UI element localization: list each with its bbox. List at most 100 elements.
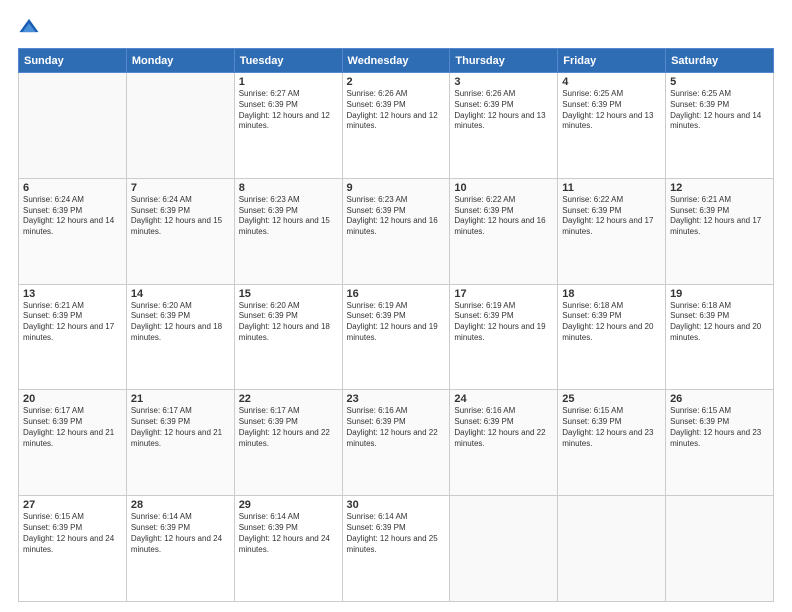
day-number: 19	[670, 288, 769, 300]
day-info: Sunrise: 6:15 AMSunset: 6:39 PMDaylight:…	[670, 406, 769, 449]
day-number: 25	[562, 393, 661, 405]
calendar-week-row: 6Sunrise: 6:24 AMSunset: 6:39 PMDaylight…	[19, 178, 774, 284]
day-number: 24	[454, 393, 553, 405]
calendar-week-row: 27Sunrise: 6:15 AMSunset: 6:39 PMDayligh…	[19, 496, 774, 602]
day-info: Sunrise: 6:20 AMSunset: 6:39 PMDaylight:…	[131, 301, 230, 344]
day-info: Sunrise: 6:14 AMSunset: 6:39 PMDaylight:…	[347, 512, 446, 555]
day-info: Sunrise: 6:14 AMSunset: 6:39 PMDaylight:…	[131, 512, 230, 555]
col-tuesday: Tuesday	[234, 49, 342, 73]
calendar-table: Sunday Monday Tuesday Wednesday Thursday…	[18, 48, 774, 602]
day-info: Sunrise: 6:15 AMSunset: 6:39 PMDaylight:…	[562, 406, 661, 449]
day-number: 10	[454, 182, 553, 194]
table-row: 8Sunrise: 6:23 AMSunset: 6:39 PMDaylight…	[234, 178, 342, 284]
table-row: 10Sunrise: 6:22 AMSunset: 6:39 PMDayligh…	[450, 178, 558, 284]
day-info: Sunrise: 6:27 AMSunset: 6:39 PMDaylight:…	[239, 89, 338, 132]
table-row: 24Sunrise: 6:16 AMSunset: 6:39 PMDayligh…	[450, 390, 558, 496]
table-row: 19Sunrise: 6:18 AMSunset: 6:39 PMDayligh…	[666, 284, 774, 390]
table-row: 18Sunrise: 6:18 AMSunset: 6:39 PMDayligh…	[558, 284, 666, 390]
day-info: Sunrise: 6:16 AMSunset: 6:39 PMDaylight:…	[454, 406, 553, 449]
col-sunday: Sunday	[19, 49, 127, 73]
calendar-week-row: 13Sunrise: 6:21 AMSunset: 6:39 PMDayligh…	[19, 284, 774, 390]
table-row	[558, 496, 666, 602]
table-row	[19, 73, 127, 179]
day-info: Sunrise: 6:21 AMSunset: 6:39 PMDaylight:…	[670, 195, 769, 238]
day-info: Sunrise: 6:20 AMSunset: 6:39 PMDaylight:…	[239, 301, 338, 344]
col-saturday: Saturday	[666, 49, 774, 73]
day-number: 8	[239, 182, 338, 194]
day-number: 1	[239, 76, 338, 88]
day-number: 20	[23, 393, 122, 405]
day-number: 6	[23, 182, 122, 194]
day-number: 12	[670, 182, 769, 194]
day-number: 23	[347, 393, 446, 405]
day-info: Sunrise: 6:16 AMSunset: 6:39 PMDaylight:…	[347, 406, 446, 449]
page: Sunday Monday Tuesday Wednesday Thursday…	[0, 0, 792, 612]
day-info: Sunrise: 6:23 AMSunset: 6:39 PMDaylight:…	[347, 195, 446, 238]
table-row: 23Sunrise: 6:16 AMSunset: 6:39 PMDayligh…	[342, 390, 450, 496]
day-number: 15	[239, 288, 338, 300]
table-row	[126, 73, 234, 179]
day-number: 14	[131, 288, 230, 300]
day-info: Sunrise: 6:22 AMSunset: 6:39 PMDaylight:…	[562, 195, 661, 238]
table-row: 5Sunrise: 6:25 AMSunset: 6:39 PMDaylight…	[666, 73, 774, 179]
table-row: 15Sunrise: 6:20 AMSunset: 6:39 PMDayligh…	[234, 284, 342, 390]
table-row: 1Sunrise: 6:27 AMSunset: 6:39 PMDaylight…	[234, 73, 342, 179]
day-info: Sunrise: 6:15 AMSunset: 6:39 PMDaylight:…	[23, 512, 122, 555]
table-row: 25Sunrise: 6:15 AMSunset: 6:39 PMDayligh…	[558, 390, 666, 496]
calendar-header-row: Sunday Monday Tuesday Wednesday Thursday…	[19, 49, 774, 73]
day-number: 27	[23, 499, 122, 511]
table-row: 27Sunrise: 6:15 AMSunset: 6:39 PMDayligh…	[19, 496, 127, 602]
day-number: 22	[239, 393, 338, 405]
table-row: 30Sunrise: 6:14 AMSunset: 6:39 PMDayligh…	[342, 496, 450, 602]
day-info: Sunrise: 6:19 AMSunset: 6:39 PMDaylight:…	[454, 301, 553, 344]
col-thursday: Thursday	[450, 49, 558, 73]
col-monday: Monday	[126, 49, 234, 73]
day-info: Sunrise: 6:22 AMSunset: 6:39 PMDaylight:…	[454, 195, 553, 238]
day-info: Sunrise: 6:18 AMSunset: 6:39 PMDaylight:…	[670, 301, 769, 344]
col-friday: Friday	[558, 49, 666, 73]
day-info: Sunrise: 6:18 AMSunset: 6:39 PMDaylight:…	[562, 301, 661, 344]
day-info: Sunrise: 6:19 AMSunset: 6:39 PMDaylight:…	[347, 301, 446, 344]
table-row	[450, 496, 558, 602]
day-number: 30	[347, 499, 446, 511]
table-row: 29Sunrise: 6:14 AMSunset: 6:39 PMDayligh…	[234, 496, 342, 602]
table-row: 3Sunrise: 6:26 AMSunset: 6:39 PMDaylight…	[450, 73, 558, 179]
table-row: 28Sunrise: 6:14 AMSunset: 6:39 PMDayligh…	[126, 496, 234, 602]
table-row: 22Sunrise: 6:17 AMSunset: 6:39 PMDayligh…	[234, 390, 342, 496]
day-number: 28	[131, 499, 230, 511]
header	[18, 18, 774, 38]
day-info: Sunrise: 6:25 AMSunset: 6:39 PMDaylight:…	[670, 89, 769, 132]
day-number: 26	[670, 393, 769, 405]
table-row: 17Sunrise: 6:19 AMSunset: 6:39 PMDayligh…	[450, 284, 558, 390]
table-row: 21Sunrise: 6:17 AMSunset: 6:39 PMDayligh…	[126, 390, 234, 496]
table-row: 12Sunrise: 6:21 AMSunset: 6:39 PMDayligh…	[666, 178, 774, 284]
table-row: 11Sunrise: 6:22 AMSunset: 6:39 PMDayligh…	[558, 178, 666, 284]
day-info: Sunrise: 6:24 AMSunset: 6:39 PMDaylight:…	[131, 195, 230, 238]
table-row	[666, 496, 774, 602]
day-number: 11	[562, 182, 661, 194]
calendar-week-row: 20Sunrise: 6:17 AMSunset: 6:39 PMDayligh…	[19, 390, 774, 496]
day-info: Sunrise: 6:21 AMSunset: 6:39 PMDaylight:…	[23, 301, 122, 344]
table-row: 4Sunrise: 6:25 AMSunset: 6:39 PMDaylight…	[558, 73, 666, 179]
day-number: 7	[131, 182, 230, 194]
day-info: Sunrise: 6:24 AMSunset: 6:39 PMDaylight:…	[23, 195, 122, 238]
table-row: 9Sunrise: 6:23 AMSunset: 6:39 PMDaylight…	[342, 178, 450, 284]
day-info: Sunrise: 6:26 AMSunset: 6:39 PMDaylight:…	[454, 89, 553, 132]
table-row: 26Sunrise: 6:15 AMSunset: 6:39 PMDayligh…	[666, 390, 774, 496]
day-info: Sunrise: 6:14 AMSunset: 6:39 PMDaylight:…	[239, 512, 338, 555]
col-wednesday: Wednesday	[342, 49, 450, 73]
table-row: 14Sunrise: 6:20 AMSunset: 6:39 PMDayligh…	[126, 284, 234, 390]
day-info: Sunrise: 6:26 AMSunset: 6:39 PMDaylight:…	[347, 89, 446, 132]
day-number: 29	[239, 499, 338, 511]
table-row: 13Sunrise: 6:21 AMSunset: 6:39 PMDayligh…	[19, 284, 127, 390]
table-row: 20Sunrise: 6:17 AMSunset: 6:39 PMDayligh…	[19, 390, 127, 496]
day-number: 4	[562, 76, 661, 88]
table-row: 7Sunrise: 6:24 AMSunset: 6:39 PMDaylight…	[126, 178, 234, 284]
table-row: 2Sunrise: 6:26 AMSunset: 6:39 PMDaylight…	[342, 73, 450, 179]
day-number: 9	[347, 182, 446, 194]
day-number: 18	[562, 288, 661, 300]
day-number: 5	[670, 76, 769, 88]
day-number: 17	[454, 288, 553, 300]
day-info: Sunrise: 6:17 AMSunset: 6:39 PMDaylight:…	[23, 406, 122, 449]
logo-icon	[18, 16, 40, 38]
